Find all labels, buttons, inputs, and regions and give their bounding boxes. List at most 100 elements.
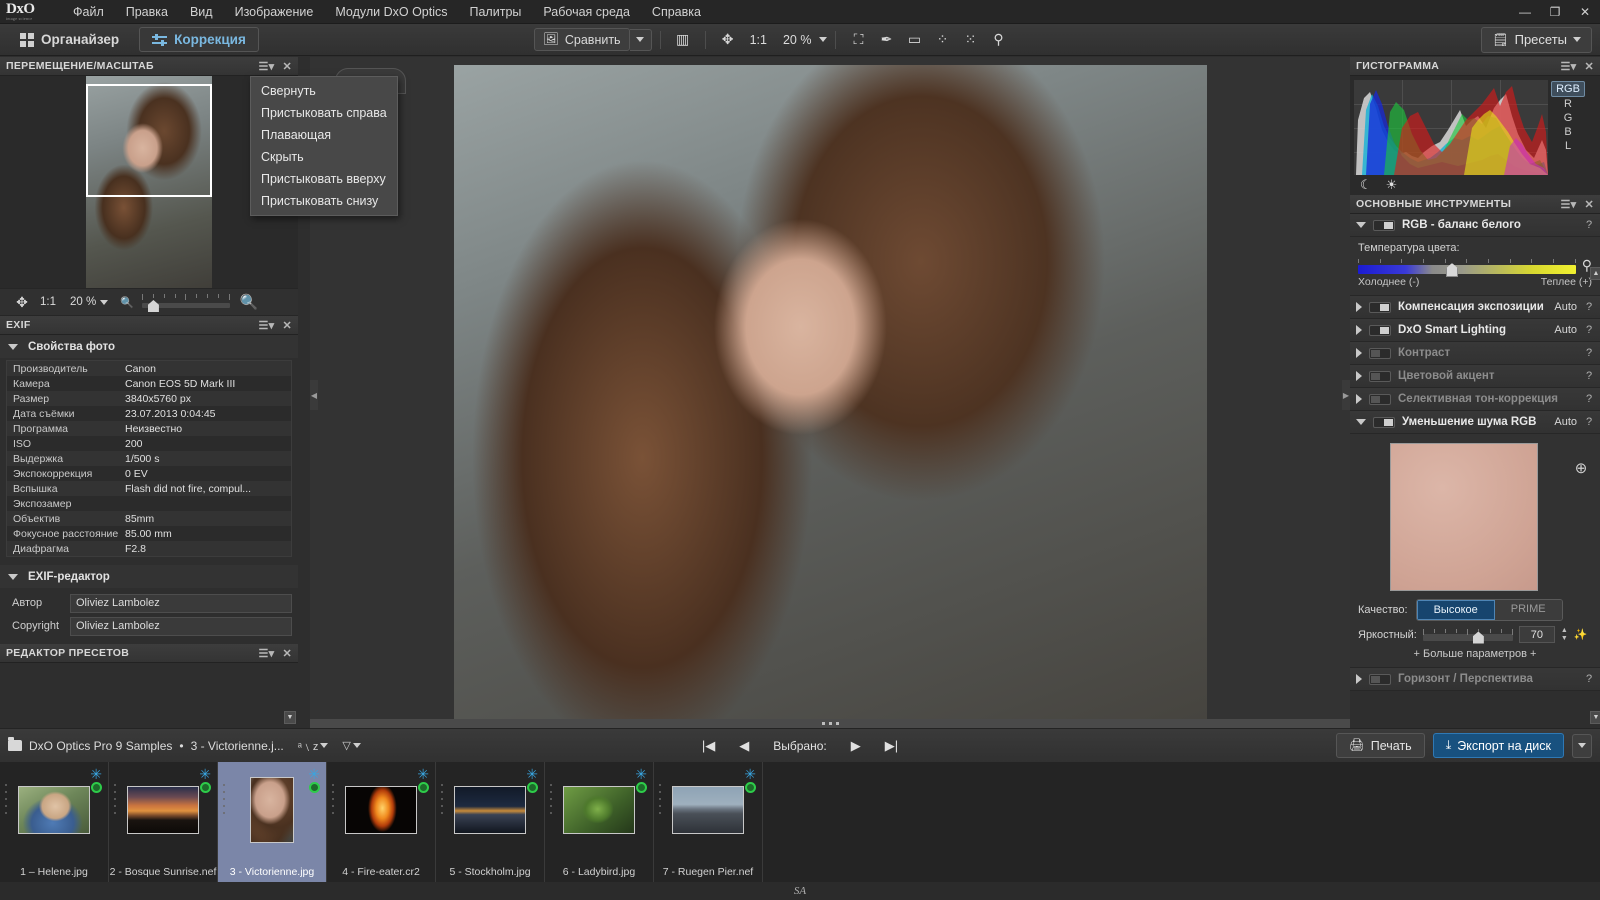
help-icon-noise[interactable]: ?	[1584, 416, 1594, 428]
star-icon[interactable]: ✳	[417, 767, 429, 781]
sun-icon[interactable]: ☀	[1386, 177, 1398, 193]
first-image-icon[interactable]: |◀	[702, 738, 715, 754]
export-button[interactable]: ⤓ Экспорт на диск	[1432, 733, 1564, 758]
retouch-icon[interactable]: ✒	[872, 28, 900, 52]
channel-g[interactable]: G	[1551, 111, 1585, 125]
quality-segmented-control[interactable]: Высокое PRIME	[1415, 599, 1563, 621]
help-icon-horizon[interactable]: ?	[1584, 673, 1594, 685]
filmstrip-item[interactable]: ✳ 7 - Ruegen Pier.nef	[654, 762, 763, 882]
rating-dots[interactable]	[332, 784, 334, 814]
presets-button[interactable]: 🗒 Пресеты	[1481, 26, 1592, 53]
more-parameters-link[interactable]: + Больше параметров +	[1358, 648, 1592, 660]
quality-option-high[interactable]: Высокое	[1416, 600, 1495, 620]
zoom-ratio-label[interactable]: 1:1	[742, 33, 775, 47]
exif-group-header[interactable]: Свойства фото	[0, 335, 298, 358]
image-viewer-area[interactable]	[310, 57, 1350, 728]
context-menu-item[interactable]: Пристыковать снизу	[251, 190, 397, 212]
tool-toggle[interactable]	[1369, 301, 1391, 313]
chevron-right-icon[interactable]	[1356, 371, 1362, 381]
tool-horizon-header[interactable]: Горизонт / Перспектива ?	[1350, 668, 1600, 691]
thumbnail[interactable]	[668, 774, 748, 846]
channel-l[interactable]: L	[1551, 139, 1585, 153]
moon-icon[interactable]: ☾	[1360, 177, 1372, 193]
histogram-menu-icon[interactable]: ☰▾	[1560, 60, 1576, 73]
help-icon[interactable]: ?	[1584, 370, 1594, 382]
histogram-channel-selector[interactable]: RGB R G B L	[1548, 80, 1588, 175]
presets-editor-close-icon[interactable]: ✕	[282, 647, 292, 660]
navigator-crop-rect[interactable]	[86, 84, 212, 197]
chevron-right-icon[interactable]	[1356, 302, 1362, 312]
menu-workspace[interactable]: Рабочая среда	[532, 2, 641, 22]
filmstrip-item[interactable]: ✳ 6 - Ladybird.jpg	[545, 762, 654, 882]
context-menu-item[interactable]: Плавающая	[251, 124, 397, 146]
temperature-slider[interactable]	[1358, 259, 1576, 277]
thumbnail[interactable]	[232, 774, 312, 846]
histogram-close-icon[interactable]: ✕	[1584, 60, 1594, 73]
compare-button[interactable]: 🖼 Сравнить	[534, 28, 630, 51]
context-menu-item[interactable]: Скрыть	[251, 146, 397, 168]
viewer[interactable]	[310, 57, 1350, 728]
tool-toggle[interactable]	[1369, 393, 1391, 405]
tool-auto-label[interactable]: Auto	[1554, 324, 1577, 336]
filmstrip-item[interactable]: ✳ 4 - Fire-eater.cr2	[327, 762, 436, 882]
exif-close-icon[interactable]: ✕	[282, 319, 292, 332]
repair-icon[interactable]: ⁙	[956, 28, 984, 52]
white-balance-toggle[interactable]	[1373, 219, 1395, 231]
previous-image-icon[interactable]: ◀	[739, 738, 749, 754]
thumbnail[interactable]	[341, 774, 421, 846]
tool-row[interactable]: Компенсация экспозиции Auto?	[1350, 296, 1600, 319]
context-menu-item[interactable]: Свернуть	[251, 80, 397, 102]
tool-noise-header[interactable]: Уменьшение шума RGB Auto ?	[1350, 411, 1600, 434]
rating-dots[interactable]	[550, 784, 552, 814]
luminance-stepper[interactable]: ▲ ▼	[1561, 627, 1568, 642]
magic-wand-icon[interactable]: ✨	[1574, 628, 1588, 641]
exif-menu-icon[interactable]: ☰▾	[258, 319, 274, 332]
chevron-down-icon-noise[interactable]	[1356, 419, 1366, 425]
tab-organizer[interactable]: Органайзер	[8, 28, 131, 51]
zoom-percent-label[interactable]: 20 %	[775, 33, 820, 47]
filmstrip[interactable]: ✳ 1 – Helene.jpg ✳ 2 - Bosque Sunrise.nef ✳ 3…	[0, 762, 1600, 882]
exif-editor-field-input[interactable]: Oliviez Lambolez	[70, 593, 292, 613]
last-image-icon[interactable]: ▶|	[885, 738, 898, 754]
star-icon[interactable]: ✳	[90, 767, 102, 781]
menu-palettes[interactable]: Палитры	[459, 2, 533, 22]
noise-toggle[interactable]	[1373, 416, 1395, 428]
slider-knob[interactable]	[147, 300, 159, 312]
noise-auto-label[interactable]: Auto	[1554, 416, 1577, 428]
channel-rgb[interactable]: RGB	[1551, 81, 1585, 97]
nav-zoom-ratio[interactable]: 1:1	[40, 296, 56, 308]
compare-dropdown[interactable]	[629, 28, 652, 51]
tool-row[interactable]: Контраст?	[1350, 342, 1600, 365]
filmstrip-item[interactable]: ✳ 5 - Stockholm.jpg	[436, 762, 545, 882]
print-button[interactable]: 🖨 Печать	[1335, 733, 1425, 758]
help-icon[interactable]: ?	[1584, 219, 1594, 231]
tools-menu-icon[interactable]: ☰▾	[1560, 198, 1576, 211]
split-view-icon[interactable]: ▥	[669, 28, 697, 52]
menu-help[interactable]: Справка	[641, 2, 712, 22]
eyedropper-icon[interactable]: ⚲	[984, 28, 1012, 52]
thumbnail[interactable]	[123, 774, 203, 846]
context-menu-item[interactable]: Пристыковать вверху	[251, 168, 397, 190]
nav-zoom-percent[interactable]: 20 %	[70, 296, 96, 308]
crop-icon[interactable]: ⛶	[844, 28, 872, 52]
channel-r[interactable]: R	[1551, 97, 1585, 111]
rating-dots[interactable]	[114, 784, 116, 814]
filmstrip-item[interactable]: ✳ 1 – Helene.jpg	[0, 762, 109, 882]
rating-dots[interactable]	[441, 784, 443, 814]
help-icon[interactable]: ?	[1584, 347, 1594, 359]
horizon-toggle[interactable]	[1369, 673, 1391, 685]
tool-toggle[interactable]	[1369, 370, 1391, 382]
thumbnail[interactable]	[14, 774, 94, 846]
tool-row[interactable]: DxO Smart Lighting Auto?	[1350, 319, 1600, 342]
help-icon[interactable]: ?	[1584, 393, 1594, 405]
star-icon[interactable]: ✳	[308, 767, 320, 781]
export-dropdown[interactable]	[1572, 733, 1592, 758]
help-icon[interactable]: ?	[1584, 324, 1594, 336]
presets-editor-menu-icon[interactable]: ☰▾	[258, 647, 274, 660]
rating-dots[interactable]	[5, 784, 7, 814]
target-icon[interactable]: ⊕	[1570, 459, 1592, 477]
restore-icon[interactable]: ❐	[1540, 0, 1570, 24]
main-photo[interactable]	[453, 65, 1207, 720]
tool-toggle[interactable]	[1369, 347, 1391, 359]
filmstrip-item[interactable]: ✳ 2 - Bosque Sunrise.nef	[109, 762, 218, 882]
